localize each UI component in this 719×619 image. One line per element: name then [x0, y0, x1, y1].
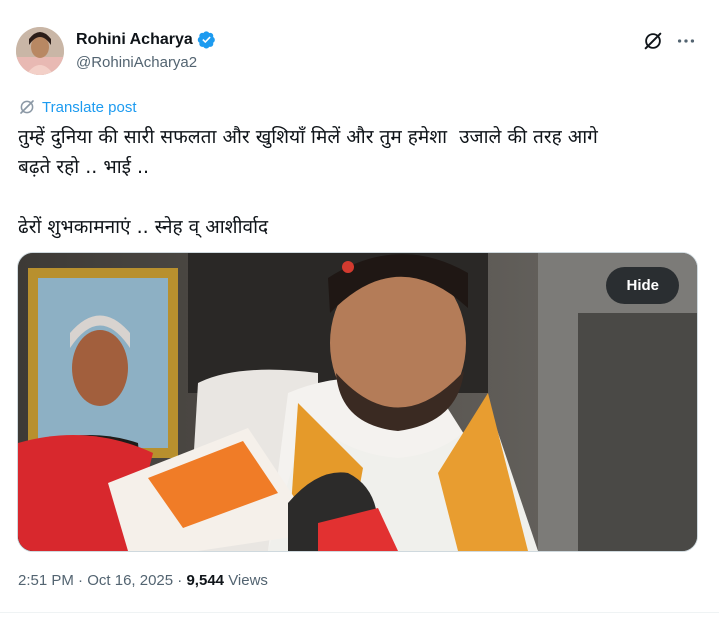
- tweet-date[interactable]: Oct 16, 2025: [87, 572, 173, 589]
- translate-post-link[interactable]: Translate post: [18, 98, 137, 116]
- tweet-time[interactable]: 2:51 PM: [18, 572, 74, 589]
- media-photo: [18, 253, 697, 551]
- grok-icon[interactable]: [642, 30, 664, 52]
- verified-badge-icon[interactable]: [197, 30, 216, 49]
- tweet-line-1: तुम्हें दुनिया की सारी सफलता और खुशियाँ …: [18, 126, 598, 148]
- views-label: Views: [228, 572, 268, 589]
- meta-separator: ·: [78, 572, 84, 589]
- tweet-line-3: ढेरों शुभकामनाएं .. स्नेह व् आशीर्वाद: [18, 216, 269, 238]
- divider: [0, 612, 719, 613]
- hide-button[interactable]: Hide: [606, 267, 679, 304]
- author-name[interactable]: Rohini Acharya: [76, 31, 193, 49]
- views-count: 9,544: [186, 572, 225, 589]
- avatar[interactable]: [16, 27, 64, 75]
- author-row[interactable]: Rohini Acharya: [76, 30, 216, 49]
- tweet-media-image[interactable]: Hide: [17, 252, 698, 552]
- tweet-text: तुम्हें दुनिया की सारी सफलता और खुशियाँ …: [18, 122, 698, 242]
- tweet-line-2: बढ़ते रहो .. भाई ..: [18, 156, 150, 178]
- more-icon[interactable]: [674, 30, 698, 52]
- translate-label[interactable]: Translate post: [42, 99, 137, 116]
- meta-separator: ·: [177, 572, 183, 589]
- translate-icon: [20, 100, 34, 114]
- tweet-meta: 2:51 PM · Oct 16, 2025 · 9,544 Views: [18, 572, 268, 589]
- author-handle[interactable]: @RohiniAcharya2: [76, 54, 197, 71]
- previous-post-cutoff: [0, 0, 719, 10]
